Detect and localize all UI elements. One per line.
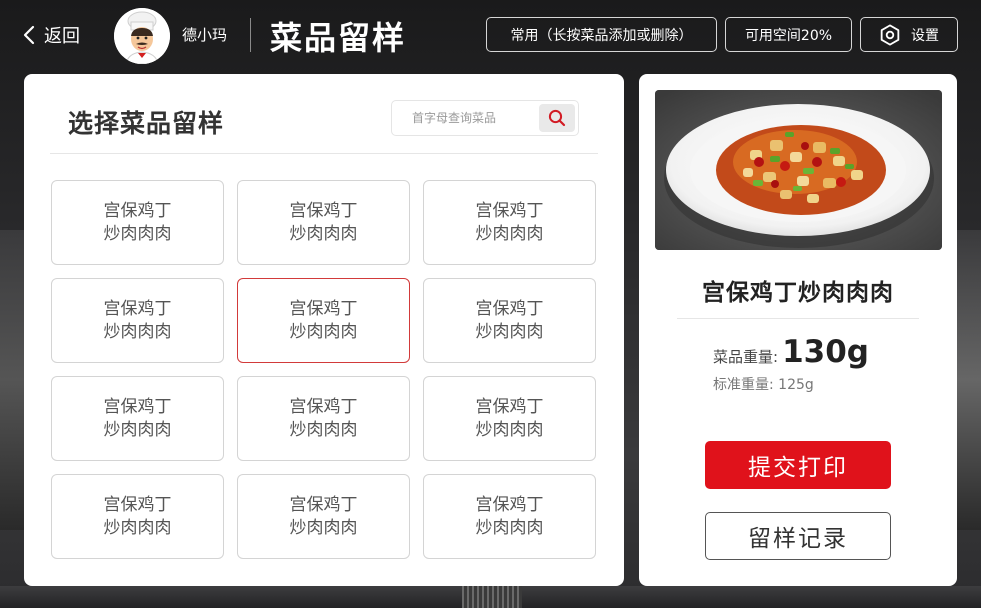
- back-label: 返回: [44, 26, 80, 47]
- weight-row: 菜品重量: 130g: [713, 334, 869, 370]
- dish-card-selected[interactable]: 宫保鸡丁 炒肉肉肉: [237, 278, 410, 363]
- dish-name-line2: 炒肉肉肉: [475, 223, 544, 244]
- search-button[interactable]: [539, 104, 575, 132]
- dish-name-line2: 炒肉肉肉: [289, 419, 358, 440]
- dish-card[interactable]: 宫保鸡丁 炒肉肉肉: [51, 376, 224, 461]
- dish-name-line2: 炒肉肉肉: [103, 517, 172, 538]
- weight-value: 130g: [782, 334, 869, 370]
- storage-space-label: 可用空间20%: [744, 27, 833, 44]
- search-icon: [548, 109, 566, 127]
- dish-name-line1: 宫保鸡丁: [103, 200, 172, 221]
- search-box: [391, 100, 579, 136]
- dish-photo: [655, 90, 942, 250]
- weight-label: 菜品重量:: [713, 348, 779, 366]
- dish-name-line2: 炒肉肉肉: [475, 321, 544, 342]
- sample-records-label: 留样记录: [748, 526, 848, 552]
- dish-photo-image: [655, 90, 942, 250]
- dish-name-line1: 宫保鸡丁: [289, 200, 358, 221]
- user-name: 德小玛: [182, 26, 228, 44]
- dish-card[interactable]: 宫保鸡丁 炒肉肉肉: [51, 180, 224, 265]
- search-input[interactable]: [392, 101, 540, 135]
- dish-name-line1: 宫保鸡丁: [103, 298, 172, 319]
- dish-detail-panel: 宫保鸡丁炒肉肉肉 菜品重量: 130g 标准重量: 125g 提交打印 留样记录: [639, 74, 957, 586]
- dish-name-line2: 炒肉肉肉: [289, 223, 358, 244]
- dish-name-line1: 宫保鸡丁: [289, 396, 358, 417]
- dish-name-line2: 炒肉肉肉: [289, 321, 358, 342]
- storage-space-badge: 可用空间20%: [725, 17, 852, 52]
- dish-grid: 宫保鸡丁 炒肉肉肉 宫保鸡丁 炒肉肉肉 宫保鸡丁 炒肉肉肉 宫保鸡丁 炒肉肉肉 宫保鸡丁…: [51, 180, 597, 559]
- avatar: [114, 8, 170, 64]
- dish-card[interactable]: 宫保鸡丁 炒肉肉肉: [423, 376, 596, 461]
- dish-name-line1: 宫保鸡丁: [475, 298, 544, 319]
- top-bar: 返回 德小玛 菜品留样 常用（长按菜品添加或删除） 可用空间20% 设置: [0, 0, 981, 70]
- dish-name-line1: 宫保鸡丁: [289, 298, 358, 319]
- sample-records-button[interactable]: 留样记录: [705, 512, 891, 560]
- chevron-left-icon: [23, 25, 35, 45]
- dish-card[interactable]: 宫保鸡丁 炒肉肉肉: [423, 180, 596, 265]
- settings-label: 设置: [911, 27, 939, 44]
- dish-card[interactable]: 宫保鸡丁 炒肉肉肉: [237, 376, 410, 461]
- background-right-panel: [955, 230, 981, 530]
- dish-name-line2: 炒肉肉肉: [475, 517, 544, 538]
- submit-print-label: 提交打印: [748, 455, 848, 481]
- header-divider: [250, 18, 251, 52]
- background-left-panel: [0, 230, 24, 530]
- dish-name-line1: 宫保鸡丁: [103, 396, 172, 417]
- panel-divider: [50, 153, 598, 154]
- dish-card[interactable]: 宫保鸡丁 炒肉肉肉: [51, 474, 224, 559]
- dish-name-line2: 炒肉肉肉: [103, 321, 172, 342]
- dish-name-title: 宫保鸡丁炒肉肉肉: [702, 280, 894, 306]
- common-dishes-label: 常用（长按菜品添加或删除）: [510, 27, 693, 44]
- background-vent: [462, 586, 522, 608]
- dish-name-line2: 炒肉肉肉: [475, 419, 544, 440]
- dish-name-line2: 炒肉肉肉: [289, 517, 358, 538]
- standard-weight-row: 标准重量: 125g: [713, 374, 814, 394]
- dish-name-line1: 宫保鸡丁: [103, 494, 172, 515]
- dish-name-line1: 宫保鸡丁: [475, 200, 544, 221]
- standard-weight-value: 125g: [778, 377, 814, 393]
- dish-name-line1: 宫保鸡丁: [475, 494, 544, 515]
- dish-name-line2: 炒肉肉肉: [103, 223, 172, 244]
- dish-card[interactable]: 宫保鸡丁 炒肉肉肉: [423, 278, 596, 363]
- page-title: 菜品留样: [270, 19, 407, 57]
- dish-card[interactable]: 宫保鸡丁 炒肉肉肉: [423, 474, 596, 559]
- dish-card[interactable]: 宫保鸡丁 炒肉肉肉: [51, 278, 224, 363]
- standard-weight-label: 标准重量:: [713, 377, 774, 393]
- gear-icon: [880, 23, 900, 46]
- dish-card[interactable]: 宫保鸡丁 炒肉肉肉: [237, 474, 410, 559]
- chef-avatar-icon: [114, 8, 170, 64]
- dish-name-line1: 宫保鸡丁: [289, 494, 358, 515]
- common-dishes-button[interactable]: 常用（长按菜品添加或删除）: [486, 17, 717, 52]
- panel-title: 选择菜品留样: [68, 109, 225, 138]
- back-button[interactable]: 返回: [22, 20, 80, 50]
- dish-selection-panel: 选择菜品留样 宫保鸡丁炒肉肉肉 宫保鸡丁炒肉肉肉 宫保鸡丁炒肉肉肉 宫保鸡丁炒肉…: [24, 74, 624, 586]
- detail-divider: [677, 318, 919, 319]
- dish-card[interactable]: 宫保鸡丁 炒肉肉肉: [237, 180, 410, 265]
- dish-name-line1: 宫保鸡丁: [475, 396, 544, 417]
- settings-button[interactable]: 设置: [860, 17, 958, 52]
- dish-name-line2: 炒肉肉肉: [103, 419, 172, 440]
- submit-print-button[interactable]: 提交打印: [705, 441, 891, 489]
